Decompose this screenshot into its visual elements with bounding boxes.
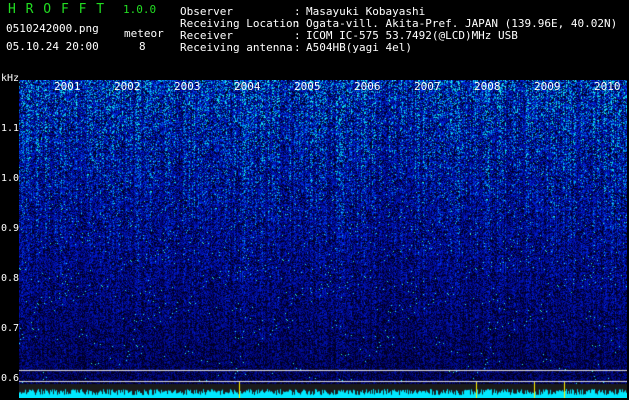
y-axis-unit: kHz bbox=[1, 73, 20, 84]
location-value: Ogata-vill. Akita-Pref. JAPAN (139.96E, … bbox=[306, 17, 618, 30]
spectrogram-noise bbox=[19, 80, 627, 398]
spectrogram: 2001 2002 2003 2004 2005 2006 2007 2008 … bbox=[19, 80, 627, 398]
x-tick-label: 2008 bbox=[474, 80, 501, 93]
location-label: Receiving Location bbox=[180, 17, 300, 30]
x-tick-label: 2009 bbox=[534, 80, 561, 93]
antenna-label: Receiving antenna bbox=[180, 41, 293, 54]
receiver-value: ICOM IC-575 53.7492(@LCD)MHz USB bbox=[306, 29, 518, 42]
x-tick-label: 2002 bbox=[114, 80, 141, 93]
x-tick-label: 2010 bbox=[594, 80, 621, 93]
x-tick-label: 2003 bbox=[174, 80, 201, 93]
x-tick-label: 2001 bbox=[54, 80, 81, 93]
observer-value: Masayuki Kobayashi bbox=[306, 5, 426, 18]
y-tick-label: 0.8 bbox=[1, 273, 20, 284]
y-tick-label: 1.0 bbox=[1, 173, 20, 184]
datetime: 05.10.24 20:00 bbox=[6, 40, 99, 53]
receiver-label: Receiver bbox=[180, 29, 233, 42]
app-title: H R O F F T bbox=[8, 2, 106, 17]
app-version: 1.0.0 bbox=[123, 3, 157, 16]
y-tick-label: 0.6 bbox=[1, 373, 20, 384]
x-tick-label: 2007 bbox=[414, 80, 441, 93]
antenna-sep: : bbox=[294, 41, 301, 54]
meteor-count: 8 bbox=[139, 40, 146, 53]
filename: 0510242000.png bbox=[6, 22, 99, 35]
x-tick-label: 2005 bbox=[294, 80, 321, 93]
y-tick-label: 0.7 bbox=[1, 323, 20, 334]
antenna-value: A504HB(yagi 4el) bbox=[306, 41, 412, 54]
receiver-sep: : bbox=[294, 29, 301, 42]
x-tick-label: 2004 bbox=[234, 80, 261, 93]
meteor-label: meteor bbox=[124, 27, 164, 40]
x-tick-label: 2006 bbox=[354, 80, 381, 93]
y-tick-label: 0.9 bbox=[1, 223, 20, 234]
observer-sep: : bbox=[294, 5, 301, 18]
y-tick-label: 1.1 bbox=[1, 123, 20, 134]
observer-label: Observer bbox=[180, 5, 233, 18]
location-sep: : bbox=[294, 17, 301, 30]
